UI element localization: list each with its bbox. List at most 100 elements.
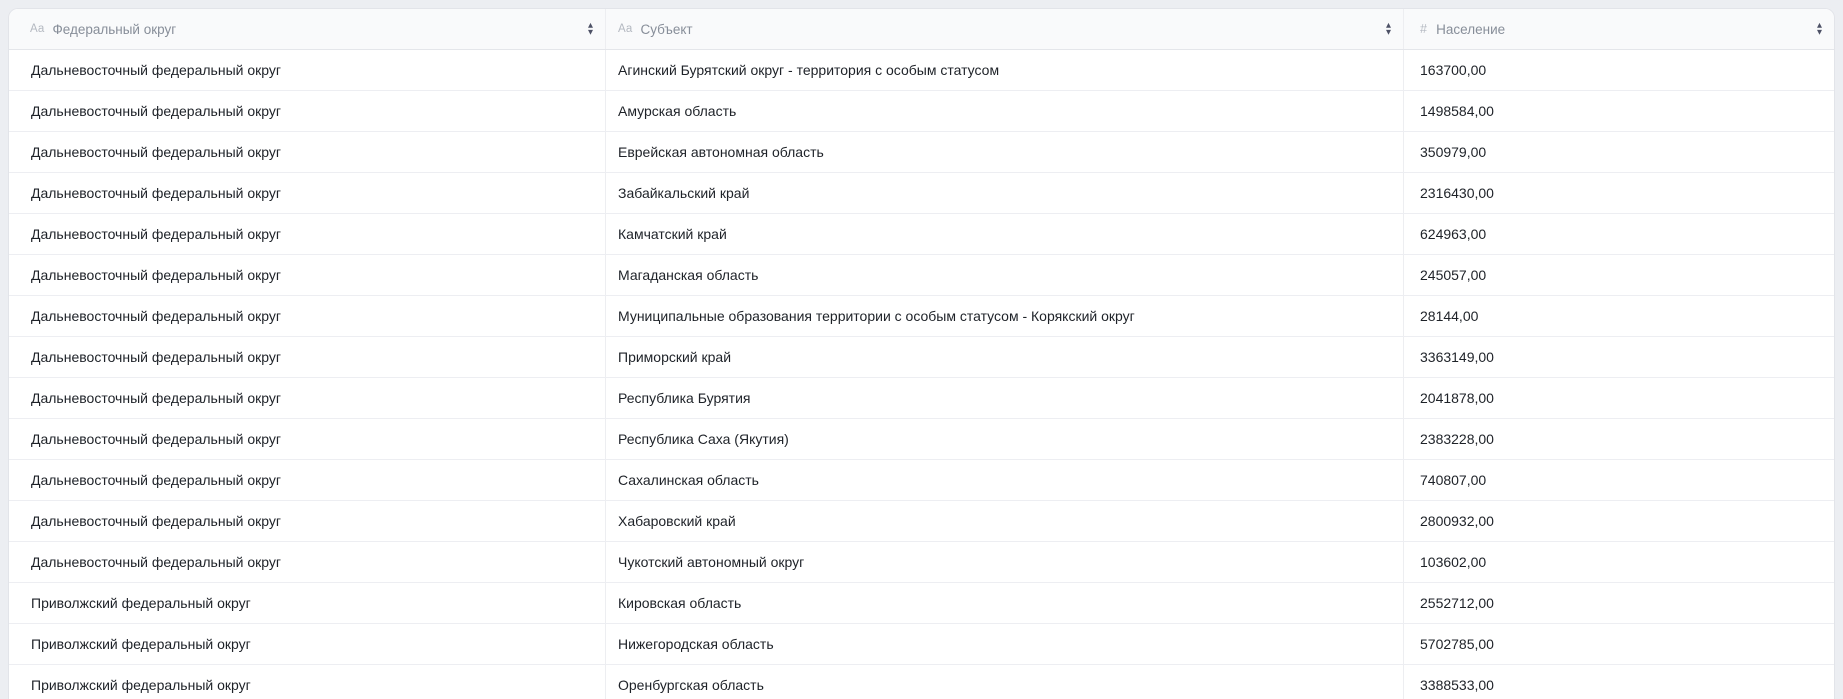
table-row[interactable]: Дальневосточный федеральный округ Магада… <box>9 255 1834 296</box>
cell-subject[interactable]: Кировская область <box>606 583 1404 623</box>
cell-federal-district[interactable]: Дальневосточный федеральный округ <box>9 460 606 500</box>
cell-subject[interactable]: Республика Саха (Якутия) <box>606 419 1404 459</box>
cell-population[interactable]: 740807,00 <box>1404 460 1834 500</box>
cell-population[interactable]: 2383228,00 <box>1404 419 1834 459</box>
cell-subject[interactable]: Нижегородская область <box>606 624 1404 664</box>
cell-population[interactable]: 245057,00 <box>1404 255 1834 295</box>
cell-text: 1498584,00 <box>1420 103 1494 119</box>
cell-federal-district[interactable]: Дальневосточный федеральный округ <box>9 91 606 131</box>
table-row[interactable]: Дальневосточный федеральный округ Еврейс… <box>9 132 1834 173</box>
cell-text: Приволжский федеральный округ <box>31 595 251 611</box>
cell-text: 103602,00 <box>1420 554 1486 570</box>
table-row[interactable]: Дальневосточный федеральный округ Респуб… <box>9 378 1834 419</box>
table-row[interactable]: Дальневосточный федеральный округ Хабаро… <box>9 501 1834 542</box>
cell-federal-district[interactable]: Дальневосточный федеральный округ <box>9 337 606 377</box>
cell-federal-district[interactable]: Дальневосточный федеральный округ <box>9 296 606 336</box>
number-type-icon: # <box>1420 22 1427 36</box>
cell-federal-district[interactable]: Дальневосточный федеральный округ <box>9 542 606 582</box>
cell-text: Муниципальные образования территории с о… <box>618 308 1135 324</box>
cell-text: Дальневосточный федеральный округ <box>31 472 281 488</box>
table-row[interactable]: Дальневосточный федеральный округ Сахали… <box>9 460 1834 501</box>
sort-control-subject[interactable]: ▲ ▼ <box>1384 21 1393 37</box>
cell-text: Дальневосточный федеральный округ <box>31 308 281 324</box>
table-row[interactable]: Дальневосточный федеральный округ Амурск… <box>9 91 1834 132</box>
cell-subject[interactable]: Хабаровский край <box>606 501 1404 541</box>
cell-text: Хабаровский край <box>618 513 736 529</box>
cell-text: Дальневосточный федеральный округ <box>31 513 281 529</box>
cell-subject[interactable]: Магаданская область <box>606 255 1404 295</box>
sort-desc-icon: ▼ <box>588 30 593 35</box>
cell-federal-district[interactable]: Приволжский федеральный округ <box>9 665 606 699</box>
cell-subject[interactable]: Приморский край <box>606 337 1404 377</box>
cell-federal-district[interactable]: Дальневосточный федеральный округ <box>9 501 606 541</box>
cell-federal-district[interactable]: Дальневосточный федеральный округ <box>9 419 606 459</box>
cell-text: Республика Саха (Якутия) <box>618 431 789 447</box>
cell-population[interactable]: 2041878,00 <box>1404 378 1834 418</box>
cell-text: Дальневосточный федеральный округ <box>31 144 281 160</box>
cell-text: 2552712,00 <box>1420 595 1494 611</box>
cell-federal-district[interactable]: Дальневосточный федеральный округ <box>9 214 606 254</box>
cell-population[interactable]: 28144,00 <box>1404 296 1834 336</box>
cell-population[interactable]: 2800932,00 <box>1404 501 1834 541</box>
cell-text: Дальневосточный федеральный округ <box>31 226 281 242</box>
table-body: Дальневосточный федеральный округ Агинск… <box>9 50 1834 699</box>
cell-text: Чукотский автономный округ <box>618 554 804 570</box>
cell-federal-district[interactable]: Дальневосточный федеральный округ <box>9 378 606 418</box>
cell-subject[interactable]: Еврейская автономная область <box>606 132 1404 172</box>
cell-subject[interactable]: Оренбургская область <box>606 665 1404 699</box>
table-row[interactable]: Дальневосточный федеральный округ Муници… <box>9 296 1834 337</box>
cell-federal-district[interactable]: Дальневосточный федеральный округ <box>9 255 606 295</box>
cell-population[interactable]: 3363149,00 <box>1404 337 1834 377</box>
cell-federal-district[interactable]: Дальневосточный федеральный округ <box>9 50 606 90</box>
column-label-subject: Субъект <box>640 22 692 37</box>
column-label-federal-district: Федеральный округ <box>52 22 176 37</box>
table-row[interactable]: Дальневосточный федеральный округ Примор… <box>9 337 1834 378</box>
cell-text: 245057,00 <box>1420 267 1486 283</box>
cell-subject[interactable]: Камчатский край <box>606 214 1404 254</box>
cell-population[interactable]: 1498584,00 <box>1404 91 1834 131</box>
cell-text: Дальневосточный федеральный округ <box>31 185 281 201</box>
table-row[interactable]: Приволжский федеральный округ Нижегородс… <box>9 624 1834 665</box>
column-label-population: Население <box>1436 22 1505 37</box>
cell-subject[interactable]: Муниципальные образования территории с о… <box>606 296 1404 336</box>
cell-subject[interactable]: Агинский Бурятский округ - территория с … <box>606 50 1404 90</box>
column-header-population[interactable]: # Население ▲ ▼ <box>1404 9 1834 49</box>
cell-subject[interactable]: Республика Бурятия <box>606 378 1404 418</box>
cell-subject[interactable]: Чукотский автономный округ <box>606 542 1404 582</box>
cell-population[interactable]: 3388533,00 <box>1404 665 1834 699</box>
table-row[interactable]: Приволжский федеральный округ Оренбургск… <box>9 665 1834 699</box>
cell-text: 2383228,00 <box>1420 431 1494 447</box>
text-type-icon: Aa <box>618 23 632 35</box>
column-header-subject[interactable]: Aa Субъект ▲ ▼ <box>606 9 1404 49</box>
cell-population[interactable]: 103602,00 <box>1404 542 1834 582</box>
cell-subject[interactable]: Амурская область <box>606 91 1404 131</box>
cell-federal-district[interactable]: Приволжский федеральный округ <box>9 583 606 623</box>
cell-population[interactable]: 2552712,00 <box>1404 583 1834 623</box>
cell-text: 163700,00 <box>1420 62 1486 78</box>
table-row[interactable]: Приволжский федеральный округ Кировская … <box>9 583 1834 624</box>
table-row[interactable]: Дальневосточный федеральный округ Камчат… <box>9 214 1834 255</box>
cell-population[interactable]: 5702785,00 <box>1404 624 1834 664</box>
cell-text: Камчатский край <box>618 226 727 242</box>
cell-text: Кировская область <box>618 595 741 611</box>
sort-desc-icon: ▼ <box>1817 30 1822 35</box>
table-row[interactable]: Дальневосточный федеральный округ Респуб… <box>9 419 1834 460</box>
table-row[interactable]: Дальневосточный федеральный округ Чукотс… <box>9 542 1834 583</box>
column-header-federal-district[interactable]: Aa Федеральный округ ▲ ▼ <box>9 9 606 49</box>
sort-control-federal-district[interactable]: ▲ ▼ <box>586 21 595 37</box>
cell-population[interactable]: 163700,00 <box>1404 50 1834 90</box>
cell-federal-district[interactable]: Приволжский федеральный округ <box>9 624 606 664</box>
cell-subject[interactable]: Сахалинская область <box>606 460 1404 500</box>
table-row[interactable]: Дальневосточный федеральный округ Забайк… <box>9 173 1834 214</box>
cell-text: 350979,00 <box>1420 144 1486 160</box>
cell-subject[interactable]: Забайкальский край <box>606 173 1404 213</box>
cell-federal-district[interactable]: Дальневосточный федеральный округ <box>9 173 606 213</box>
sort-control-population[interactable]: ▲ ▼ <box>1815 21 1824 37</box>
table-row[interactable]: Дальневосточный федеральный округ Агинск… <box>9 50 1834 91</box>
cell-population[interactable]: 350979,00 <box>1404 132 1834 172</box>
cell-population[interactable]: 624963,00 <box>1404 214 1834 254</box>
cell-population[interactable]: 2316430,00 <box>1404 173 1834 213</box>
cell-text: Дальневосточный федеральный округ <box>31 62 281 78</box>
cell-text: 2316430,00 <box>1420 185 1494 201</box>
cell-federal-district[interactable]: Дальневосточный федеральный округ <box>9 132 606 172</box>
